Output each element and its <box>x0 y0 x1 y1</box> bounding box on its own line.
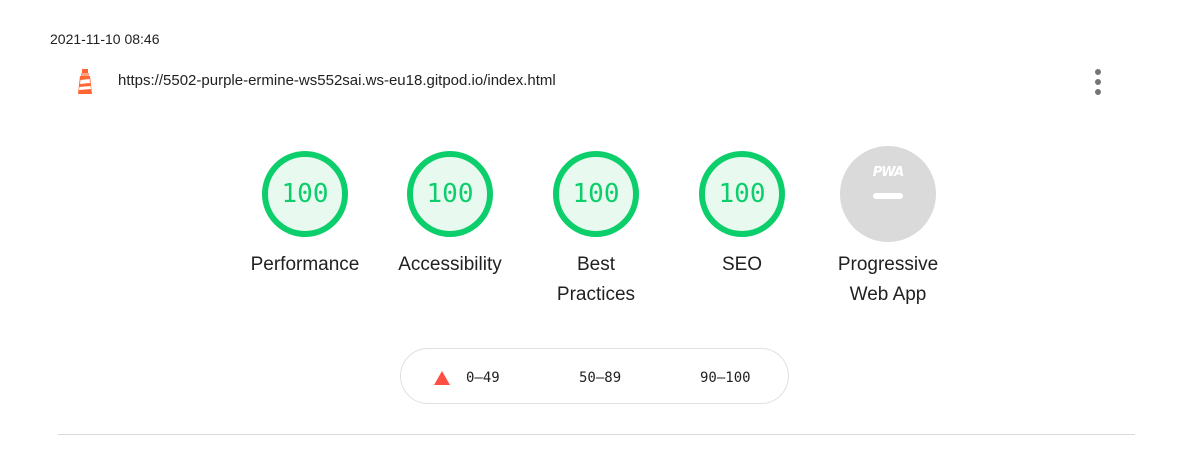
gauge-label: Progressive Web App <box>818 250 958 310</box>
gauge-label-line: Progressive <box>837 254 939 275</box>
gauge-label: Accessibility <box>380 250 520 280</box>
menu-dot <box>1095 69 1101 75</box>
section-divider <box>58 434 1135 435</box>
score-value: 100 <box>426 179 474 209</box>
report-url[interactable]: https://5502-purple-ermine-ws552sai.ws-e… <box>118 72 556 89</box>
pwa-logo-text: PWA <box>872 165 904 180</box>
gauge-accessibility[interactable]: 100 Accessibility <box>380 150 520 280</box>
more-options-button[interactable] <box>1088 66 1108 98</box>
gauge-best-practices[interactable]: 100 Best Practices <box>526 150 666 310</box>
score-value: 100 <box>281 179 329 209</box>
gauge-label-line: SEO <box>721 254 763 275</box>
report-timestamp: 2021-11-10 08:46 <box>50 31 160 47</box>
score-value: 100 <box>718 179 766 209</box>
pwa-badge[interactable]: PWA <box>840 146 936 242</box>
score-ring[interactable]: 100 <box>406 150 494 238</box>
score-ring[interactable]: 100 <box>698 150 786 238</box>
gauge-label-line: Best <box>576 254 616 275</box>
legend-pass-range: 90–100 <box>700 370 751 386</box>
gauge-label: Performance <box>235 250 375 280</box>
score-ring[interactable]: 100 <box>552 150 640 238</box>
gauge-seo[interactable]: 100 SEO <box>672 150 812 280</box>
gauge-label: Best Practices <box>526 250 666 310</box>
gauge-label-line: Performance <box>250 254 360 275</box>
gauge-label: SEO <box>672 250 812 280</box>
menu-dot <box>1095 79 1101 85</box>
fail-triangle-icon <box>434 371 450 385</box>
pwa-badge-graphic <box>840 146 936 242</box>
gauge-label-line: Practices <box>556 284 636 305</box>
legend-average-range: 50–89 <box>579 370 622 386</box>
gauge-pwa[interactable]: PWA Progressive Web App <box>818 146 958 310</box>
menu-dot <box>1095 89 1101 95</box>
score-ring[interactable]: 100 <box>261 150 349 238</box>
gauge-label-line: Accessibility <box>398 254 502 275</box>
legend-fail-range: 0–49 <box>466 370 500 386</box>
lighthouse-icon <box>78 69 92 94</box>
gauge-performance[interactable]: 100 Performance <box>235 150 375 280</box>
score-value: 100 <box>572 179 620 209</box>
gauge-label-line: Web App <box>849 284 927 305</box>
